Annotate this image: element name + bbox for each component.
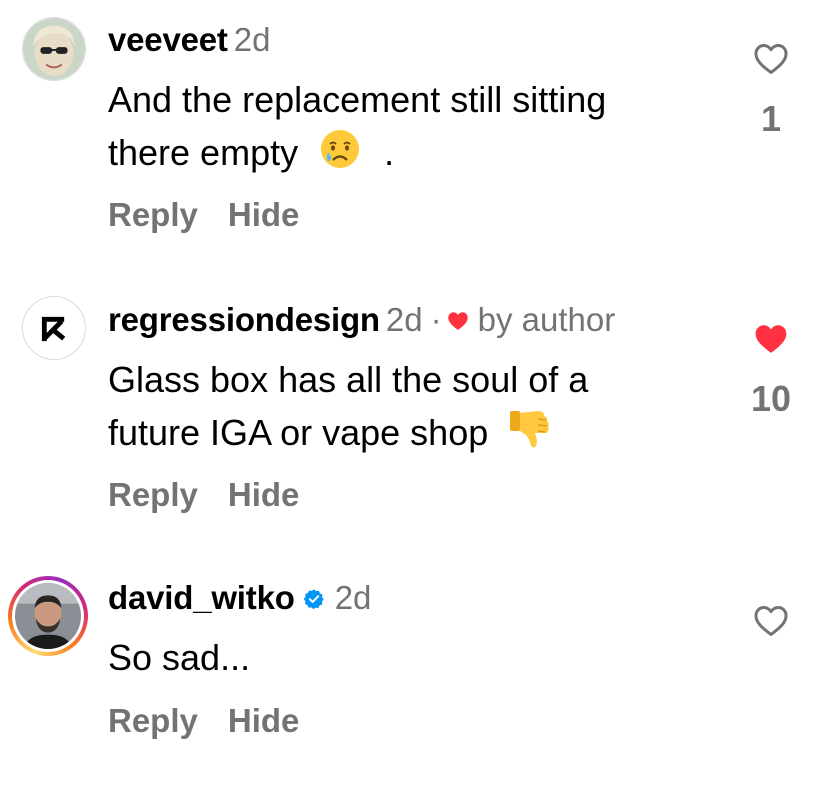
comment-text-tail: . [384,132,395,173]
comment-actions: Reply Hide [108,196,329,234]
comment-actions: Reply Hide [108,476,329,514]
comment-username[interactable]: david_witko [108,579,295,616]
like-count: 10 [750,378,792,419]
brand-logo-icon [23,297,85,359]
story-ring-avatar[interactable] [8,576,88,656]
avatar[interactable] [22,17,86,81]
comment-text-line: there empty [108,132,299,173]
comment-text-line: And the replacement still sitting [108,79,607,120]
user-photo-icon [15,583,81,649]
crying-face-icon [318,127,362,185]
reply-button[interactable]: Reply [108,196,198,234]
comment-text-line: Glass box has all the soul of a [108,359,589,400]
comment-text-line: future IGA or vape shop [108,412,489,453]
heart-outline-icon[interactable] [752,40,790,78]
separator-dot: · [430,301,442,338]
comment-text: So sad... [108,631,728,684]
comment-text: And the replacement still sitting there … [108,73,728,185]
heart-outline-icon[interactable] [752,602,790,640]
avatar[interactable] [22,296,86,360]
user-photo-icon [23,18,85,80]
comment-timestamp: 2d [233,21,271,58]
hide-button[interactable]: Hide [228,196,300,234]
hide-button[interactable]: Hide [228,702,300,740]
comment-username[interactable]: regressiondesign [108,301,380,338]
comment-text-line: So sad... [108,637,251,678]
comment-actions: Reply Hide [108,702,329,740]
by-author-label: by author [477,301,616,338]
heart-filled-icon[interactable] [752,320,790,358]
reply-button[interactable]: Reply [108,702,198,740]
verified-badge-icon [303,579,325,619]
comment-username[interactable]: veeveet [108,21,228,58]
hide-button[interactable]: Hide [228,476,300,514]
like-count: 1 [760,98,782,139]
comment-text: Glass box has all the soul of a future I… [108,353,728,465]
author-liked-heart-icon [446,302,470,342]
reply-button[interactable]: Reply [108,476,198,514]
comment-timestamp: 2d [334,579,372,616]
comment-timestamp: 2d [385,301,423,338]
thumbs-down-icon [508,407,550,465]
